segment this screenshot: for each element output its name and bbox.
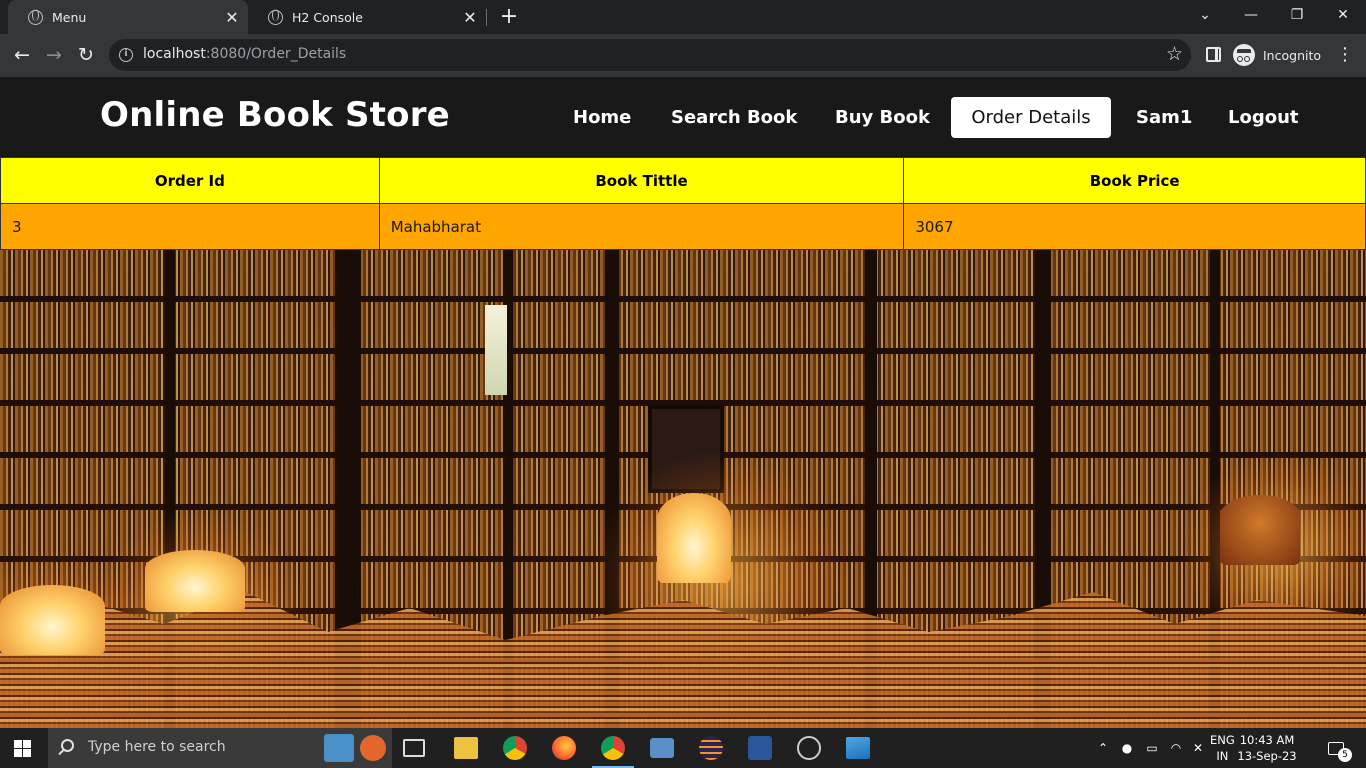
site-info-icon[interactable]: i [119, 48, 133, 62]
globe-icon [268, 9, 283, 25]
taskbar-clock[interactable]: 10:43 AM 13-Sep-23 [1222, 732, 1312, 764]
site-brand: Online Book Store [100, 95, 450, 135]
basketball-icon [360, 735, 386, 761]
chrome-incognito-icon[interactable] [601, 736, 625, 760]
cell-book-price: 3067 [903, 203, 1366, 250]
address-bar[interactable]: i localhost:8080/Order_Details ☆ [109, 39, 1191, 71]
forward-button[interactable]: → [40, 41, 68, 69]
table-lamp [0, 585, 105, 655]
back-button[interactable]: ← [8, 41, 36, 69]
nav-home[interactable]: Home [558, 97, 646, 138]
cell-book-title: Mahabharat [378, 203, 905, 250]
nav-logout[interactable]: Logout [1213, 97, 1314, 138]
remote-desktop-icon[interactable] [650, 738, 674, 758]
more-menu-icon[interactable]: ⋮ [1336, 41, 1354, 69]
taskbar-search-box[interactable]: Type here to search [48, 728, 392, 768]
globe-icon [28, 9, 43, 25]
eclipse-icon[interactable] [699, 736, 723, 760]
incognito-label: Incognito [1263, 47, 1322, 63]
tab-title: Menu [52, 9, 87, 25]
site-header: Online Book Store Home Search Book Buy B… [0, 77, 1366, 158]
incognito-profile-button[interactable]: Incognito [1233, 41, 1321, 69]
volume-muted-icon[interactable]: ✕ [1189, 728, 1207, 768]
web-page: Online Book Store Home Search Book Buy B… [0, 77, 1366, 728]
header-book-title: Book Tittle [378, 157, 905, 204]
table-lamp [145, 550, 245, 612]
table-lamp [657, 493, 731, 583]
chrome-icon[interactable] [503, 736, 527, 760]
header-book-price: Book Price [903, 157, 1366, 204]
bookmark-star-icon[interactable]: ☆ [1166, 43, 1183, 65]
file-explorer-icon[interactable] [454, 737, 478, 759]
header-order-id: Order Id [0, 157, 380, 204]
task-view-icon[interactable] [403, 739, 425, 757]
doorway-light [485, 305, 507, 395]
microphone-icon[interactable]: ● [1119, 728, 1135, 768]
windows-start-icon[interactable] [14, 740, 31, 757]
obs-icon[interactable] [797, 736, 821, 760]
wifi-icon[interactable]: ◠ [1167, 728, 1185, 768]
firefox-icon[interactable] [552, 736, 576, 760]
nav-search-book[interactable]: Search Book [656, 97, 812, 138]
library-background-image [0, 250, 1366, 728]
restore-button[interactable]: ❐ [1274, 0, 1320, 34]
clock-date: 13-Sep-23 [1237, 749, 1297, 763]
nav-buy-book[interactable]: Buy Book [820, 97, 945, 138]
order-details-table: Order Id Book Tittle Book Price 3 Mahabh… [0, 157, 1366, 250]
notification-badge: 5 [1338, 748, 1352, 762]
close-icon[interactable]: ✕ [222, 8, 242, 27]
tab-title: H2 Console [292, 9, 363, 25]
tab-menu[interactable]: Menu ✕ [8, 0, 248, 34]
search-placeholder: Type here to search [88, 739, 226, 755]
windows-taskbar: Type here to search ⌃ ● ▭ ◠ ✕ ENG IN 10:… [0, 728, 1366, 768]
reload-button[interactable]: ↻ [72, 41, 100, 69]
flow-diagram-icon [324, 734, 354, 762]
close-window-button[interactable]: ✕ [1320, 0, 1366, 34]
table-row: 3 Mahabharat 3067 [0, 203, 1366, 250]
nav-order-details[interactable]: Order Details [951, 97, 1111, 138]
clock-time: 10:43 AM [1239, 733, 1295, 747]
photos-icon[interactable] [846, 737, 870, 759]
close-icon[interactable]: ✕ [460, 8, 480, 27]
tab-h2-console[interactable]: H2 Console ✕ [248, 0, 486, 34]
url-text[interactable]: localhost:8080/Order_Details [143, 46, 346, 62]
tab-separator [486, 9, 487, 26]
table-header-row: Order Id Book Tittle Book Price [0, 157, 1366, 204]
show-hidden-icons-icon[interactable]: ⌃ [1095, 728, 1111, 768]
side-panel-icon[interactable] [1206, 47, 1221, 62]
notification-center-button[interactable]: 5 [1322, 728, 1352, 768]
search-icon [61, 739, 74, 752]
minimize-button[interactable]: — [1228, 0, 1274, 34]
tab-strip: Menu ✕ H2 Console ✕ + ⌄ — ❐ ✕ [0, 0, 1366, 34]
incognito-icon [1233, 44, 1255, 66]
new-tab-button[interactable]: + [497, 3, 521, 31]
cell-order-id: 3 [0, 203, 380, 250]
tab-search-icon[interactable]: ⌄ [1182, 0, 1228, 34]
nav-user-sam1[interactable]: Sam1 [1121, 97, 1207, 138]
browser-toolbar: ← → ↻ i localhost:8080/Order_Details ☆ I… [0, 34, 1366, 77]
table-lamp [1220, 495, 1300, 565]
battery-icon[interactable]: ▭ [1143, 728, 1161, 768]
word-icon[interactable] [748, 736, 772, 760]
